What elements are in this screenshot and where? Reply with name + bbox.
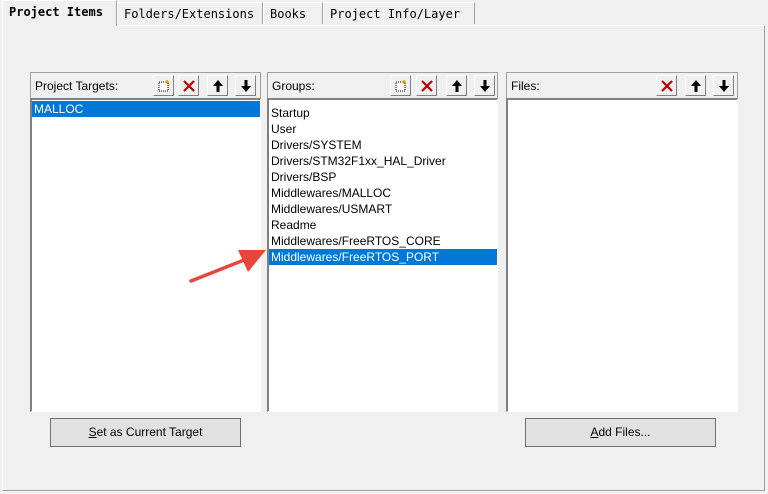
move-target-up-button[interactable] xyxy=(207,75,228,96)
list-item[interactable]: Drivers/BSP xyxy=(269,169,497,185)
list-item[interactable]: Middlewares/USMART xyxy=(269,201,497,217)
delete-icon xyxy=(420,79,433,92)
move-group-down-button[interactable] xyxy=(474,75,495,96)
groups-panel: Groups: Startup User Drivers/SYSTEM Driv… xyxy=(267,72,498,412)
files-list[interactable] xyxy=(506,98,738,412)
groups-label: Groups: xyxy=(272,79,315,93)
delete-file-button[interactable] xyxy=(656,75,677,96)
list-item-selected[interactable]: Middlewares/FreeRTOS_PORT xyxy=(269,249,497,265)
add-files-button[interactable]: Add Files... xyxy=(525,418,716,447)
tab-project-items[interactable]: Project Items xyxy=(2,0,117,26)
annotation-arrow-icon xyxy=(189,250,266,283)
set-as-current-target-button[interactable]: Set as Current Target xyxy=(50,418,241,447)
tab-folders-extensions[interactable]: Folders/Extensions xyxy=(117,2,263,24)
move-file-down-button[interactable] xyxy=(713,75,734,96)
move-group-up-button[interactable] xyxy=(446,75,467,96)
add-files-label: dd Files... xyxy=(598,425,651,439)
move-down-icon xyxy=(718,79,729,92)
delete-target-button[interactable] xyxy=(178,75,199,96)
new-item-icon xyxy=(395,79,406,91)
delete-icon xyxy=(660,79,673,92)
move-up-icon xyxy=(212,79,223,92)
list-item[interactable]: User xyxy=(269,121,497,137)
list-item[interactable]: Drivers/STM32F1xx_HAL_Driver xyxy=(269,153,497,169)
files-header: Files: xyxy=(506,72,738,98)
set-target-accel: S xyxy=(88,425,97,439)
new-group-button[interactable] xyxy=(390,75,411,96)
move-down-icon xyxy=(479,79,490,92)
list-item[interactable]: Startup xyxy=(269,105,497,121)
move-target-down-button[interactable] xyxy=(235,75,256,96)
new-item-icon xyxy=(158,79,169,91)
delete-group-button[interactable] xyxy=(416,75,437,96)
project-targets-header: Project Targets: xyxy=(30,72,261,98)
new-target-button[interactable] xyxy=(153,75,174,96)
files-panel: Files: xyxy=(506,72,738,412)
set-target-label: et as Current Target xyxy=(96,425,203,439)
groups-list[interactable]: Startup User Drivers/SYSTEM Drivers/STM3… xyxy=(267,98,498,412)
move-up-icon xyxy=(690,79,701,92)
move-file-up-button[interactable] xyxy=(685,75,706,96)
files-label: Files: xyxy=(511,79,540,93)
tab-project-info-layer[interactable]: Project Info/Layer xyxy=(323,2,475,24)
tab-strip: Project Items Folders/Extensions Books P… xyxy=(0,0,768,26)
project-targets-panel: Project Targets: MALLOC xyxy=(30,72,261,412)
delete-icon xyxy=(182,79,195,92)
project-targets-label: Project Targets: xyxy=(35,79,119,93)
tab-books[interactable]: Books xyxy=(263,2,323,24)
list-item[interactable]: Readme xyxy=(269,217,497,233)
list-item[interactable]: Middlewares/MALLOC xyxy=(269,185,497,201)
list-item[interactable]: Drivers/SYSTEM xyxy=(269,137,497,153)
move-up-icon xyxy=(451,79,462,92)
list-item[interactable]: MALLOC xyxy=(32,101,260,117)
move-down-icon xyxy=(240,79,251,92)
groups-header: Groups: xyxy=(267,72,498,98)
list-item[interactable]: Middlewares/FreeRTOS_CORE xyxy=(269,233,497,249)
